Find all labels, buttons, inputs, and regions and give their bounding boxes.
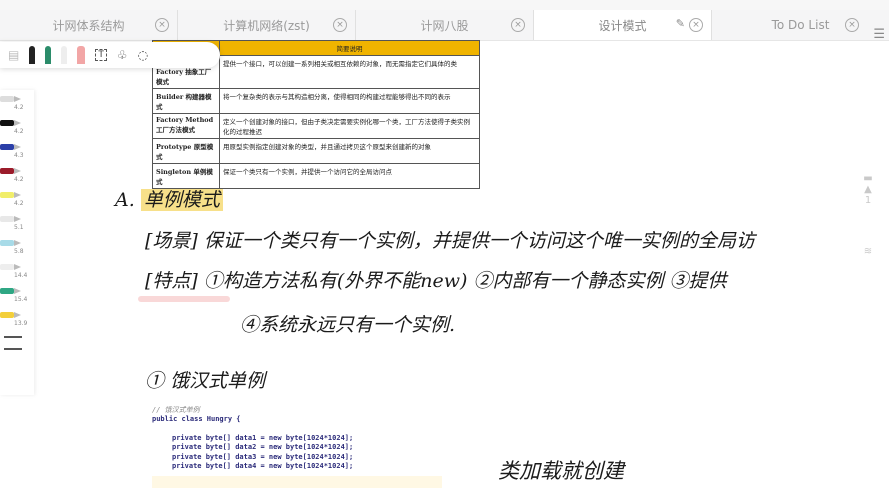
tab-label: To Do List	[771, 18, 830, 32]
pen-size: 4.2	[14, 128, 24, 135]
code-line: private byte[] data4 = new byte[1024*102…	[172, 462, 354, 470]
eraser-tool[interactable]	[77, 46, 86, 64]
page-scroller[interactable]: ▬ ▲ 1 ≋	[859, 173, 877, 257]
handwritten-side-note: 类加载就创建	[498, 459, 624, 483]
handwritten-subheading: ① 饿汉式单例	[145, 370, 266, 392]
pen-preset[interactable]: 4.2	[0, 114, 34, 138]
tab-network-interview[interactable]: 计网八股 ×	[356, 10, 534, 40]
highlighter-preset[interactable]: 13.9	[0, 306, 34, 330]
pencil-tool[interactable]	[61, 46, 68, 64]
code-screenshot: // 饿汉式单例 public class Hungry { private b…	[152, 405, 442, 500]
table-header: 简要说明	[219, 40, 480, 56]
pen-size: 4.2	[14, 200, 24, 207]
pattern-desc: 定义一个创建对象的接口，但由子类决定需要实例化哪一个类，工厂方法使得子类实例化的…	[219, 113, 480, 139]
close-icon[interactable]: ×	[511, 18, 525, 32]
pen-preset[interactable]: 4.2	[0, 162, 34, 186]
scroll-up-icon[interactable]: ▲	[859, 184, 877, 195]
tab-network-architecture[interactable]: 计网体系结构 ×	[0, 10, 178, 40]
tab-bar: 计网体系结构 × 计算机网络(zst) × 计网八股 × 设计模式 ✎ × To Do L…	[0, 10, 889, 42]
pen-size: 4.2	[14, 104, 24, 111]
code-caret-line	[152, 475, 442, 488]
code-line: private byte[] data1 = new byte[1024*102…	[172, 433, 354, 442]
pen-size: 5.1	[14, 224, 24, 231]
pen-size: 14.4	[14, 272, 28, 279]
layers-icon[interactable]: ≋	[859, 246, 877, 257]
pages-icon[interactable]: ▤	[8, 48, 19, 62]
pen-size: 13.9	[14, 320, 28, 327]
code-comment: // 饿汉式单例	[152, 406, 200, 414]
tab-computer-network[interactable]: 计算机网络(zst) ×	[178, 10, 356, 40]
table-row: Builder 构建器模式 将一个复杂类的表示与其构造相分离，使得相同的构建过程能…	[152, 88, 480, 114]
pen-size: 4.3	[14, 152, 24, 159]
tab-todo-list[interactable]: To Do List ×	[712, 10, 889, 40]
pen-size: 5.8	[14, 248, 24, 255]
code-line: private byte[] data2 = new byte[1024*102…	[172, 443, 354, 451]
pen-tool-black[interactable]	[29, 46, 36, 64]
tab-label: 设计模式	[598, 18, 647, 33]
highlighter-preset[interactable]: 14.4	[0, 258, 34, 282]
lasso-icon[interactable]: ◌	[138, 48, 148, 62]
pen-preset[interactable]: 5.8	[0, 234, 34, 258]
pencil-icon[interactable]: ✎	[676, 17, 685, 30]
pen-preset[interactable]: 4.2	[0, 186, 34, 210]
highlighter-preset[interactable]: 15.4	[0, 282, 34, 306]
pen-preset[interactable]: 4.2	[0, 90, 34, 114]
handwritten-features-2: ④系统永远只有一个实例.	[240, 314, 456, 336]
close-icon[interactable]: ×	[155, 18, 169, 32]
pen-size: 15.4	[14, 296, 28, 303]
table-row: Prototype 原型模式 用原型实例指定创建对象的类型，并且通过拷贝这个原型来…	[152, 138, 480, 164]
tab-label: 计网八股	[420, 18, 469, 33]
pen-presets-sidebar: 4.2 4.2 4.3 4.2 4.2 5.1 5.8 14.4 15.4 13…	[0, 90, 34, 395]
handwritten-features: [特点] ①构造方法私有(外界不能new) ②内部有一个静态实例 ③提供	[145, 270, 727, 292]
code-line: private byte[] data3 = new byte[1024*102…	[172, 452, 354, 461]
pen-size: 4.2	[14, 176, 24, 183]
close-icon[interactable]: ×	[845, 18, 859, 32]
pattern-name: Prototype 原型模式	[152, 138, 220, 164]
pattern-desc: 用原型实例指定创建对象的类型，并且通过拷贝这个原型来创建新的对象	[219, 138, 480, 164]
tab-label: 计算机网络(zst)	[223, 18, 310, 33]
table-row: Factory Method 工厂方法模式 定义一个创建对象的接口，但由子类决定需…	[152, 113, 480, 139]
scroll-handle[interactable]: ▬	[859, 173, 877, 184]
highlighted-heading: 单例模式	[140, 189, 223, 211]
text-tool-icon[interactable]: T	[95, 49, 107, 61]
highlight-stroke	[138, 296, 230, 302]
pattern-desc: 将一个复杂类的表示与其构造相分离，使得相同的构建过程能够得出不同的表示	[219, 88, 480, 114]
status-bar	[0, 0, 889, 10]
pattern-desc: 保证一个类只有一个实例，并提供一个访问它的全局访问点	[219, 163, 480, 189]
close-icon[interactable]: ×	[333, 18, 347, 32]
page-number: 1	[864, 195, 872, 206]
pattern-name: Factory Method 工厂方法模式	[152, 113, 220, 139]
drawing-toolbar: ▤ T ♧ ◌	[0, 42, 220, 68]
code-class-line: public class Hungry {	[152, 414, 241, 423]
handwritten-heading: A. 单例模式	[115, 185, 223, 212]
close-icon[interactable]: ×	[689, 18, 703, 32]
pen-preset[interactable]: 5.1	[0, 210, 34, 234]
pattern-name: Builder 构建器模式	[152, 88, 220, 114]
menu-icon[interactable]: ☰	[873, 27, 885, 42]
line-width-icon[interactable]	[4, 336, 22, 350]
heading-prefix: A.	[115, 189, 135, 211]
pen-tool-green[interactable]	[45, 46, 52, 64]
shapes-icon[interactable]: ♧	[117, 48, 128, 62]
tab-design-patterns[interactable]: 设计模式 ✎ ×	[534, 10, 712, 40]
pen-preset[interactable]: 4.3	[0, 138, 34, 162]
handwritten-scene: [场景] 保证一个类只有一个实例，并提供一个访问这个唯一实例的全局访	[145, 230, 755, 252]
pattern-desc: 提供一个接口，可以创建一系列相关或相互依赖的对象，而无需指定它们具体的类	[219, 55, 480, 89]
tab-label: 计网体系结构	[52, 18, 125, 33]
